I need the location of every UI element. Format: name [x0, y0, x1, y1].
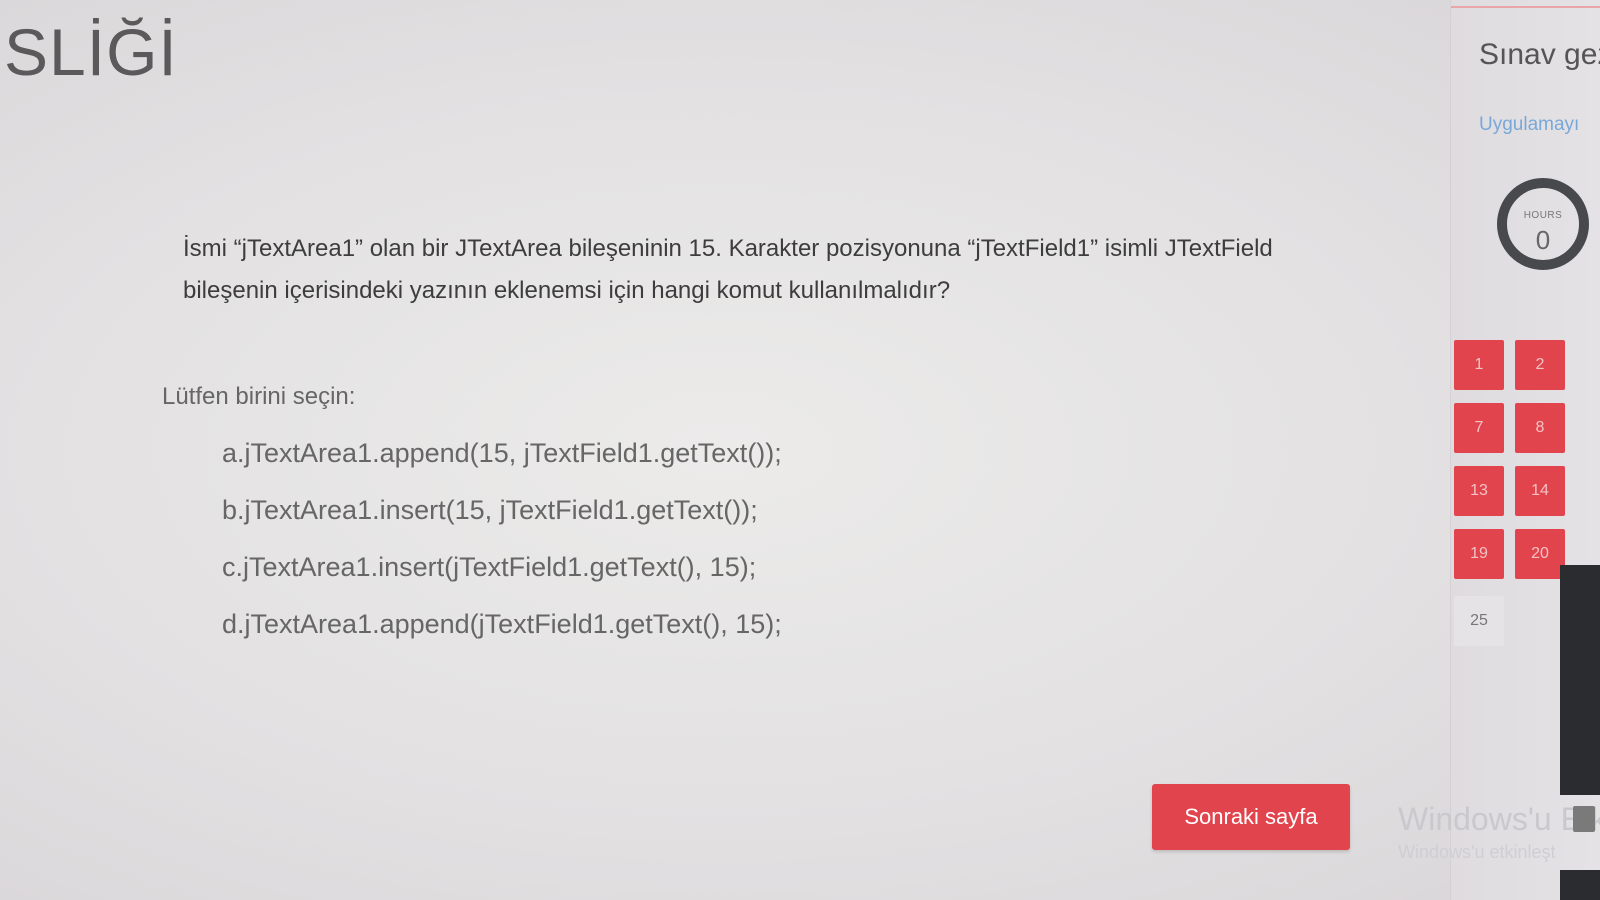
nav-question-2[interactable]: 2 [1515, 340, 1565, 390]
next-page-button[interactable]: Sonraki sayfa [1152, 784, 1350, 850]
overlapping-window-edge [1560, 565, 1600, 795]
overlapping-window-edge-bottom [1560, 870, 1600, 900]
nav-question-7[interactable]: 7 [1454, 403, 1504, 453]
windows-activation-watermark-sub: Windows'u etkinleşt [1398, 842, 1556, 862]
nav-question-8[interactable]: 8 [1515, 403, 1565, 453]
option-d[interactable]: d.jTextArea1.append(jTextField1.getText(… [222, 596, 782, 653]
nav-question-14[interactable]: 14 [1515, 466, 1565, 516]
option-c[interactable]: c.jTextArea1.insert(jTextField1.getText(… [222, 539, 782, 596]
nav-question-1[interactable]: 1 [1454, 340, 1504, 390]
page-title: SLİĞİ [4, 15, 178, 89]
nav-question-19[interactable]: 19 [1454, 529, 1504, 579]
answer-options: a.jTextArea1.append(15, jTextField1.getT… [222, 425, 782, 653]
question-text: İsmi “jTextArea1” olan bir JTextArea bil… [183, 235, 1273, 304]
sidebar-divider [1451, 6, 1600, 8]
option-a[interactable]: a.jTextArea1.append(15, jTextField1.getT… [222, 425, 782, 482]
windows-activation-watermark: Windows'u Etk [1398, 801, 1600, 837]
timer-ring: HOURS 0 [1497, 178, 1589, 270]
sidebar-title: Sınav gez [1479, 38, 1600, 71]
nav-question-20[interactable]: 20 [1515, 529, 1565, 579]
option-b[interactable]: b.jTextArea1.insert(15, jTextField1.getT… [222, 482, 782, 539]
person-icon [1573, 806, 1595, 832]
sidebar-link[interactable]: Uygulamayı [1479, 114, 1579, 136]
timer-value: 0 [1535, 225, 1551, 255]
nav-question-25[interactable]: 25 [1454, 596, 1504, 646]
timer-label: HOURS [1523, 210, 1563, 221]
answer-prompt: Lütfen birini seçin: [162, 383, 356, 410]
main-content: SLİĞİ İsmi “jTextArea1” olan bir JTextAr… [0, 0, 1445, 900]
nav-question-13[interactable]: 13 [1454, 466, 1504, 516]
